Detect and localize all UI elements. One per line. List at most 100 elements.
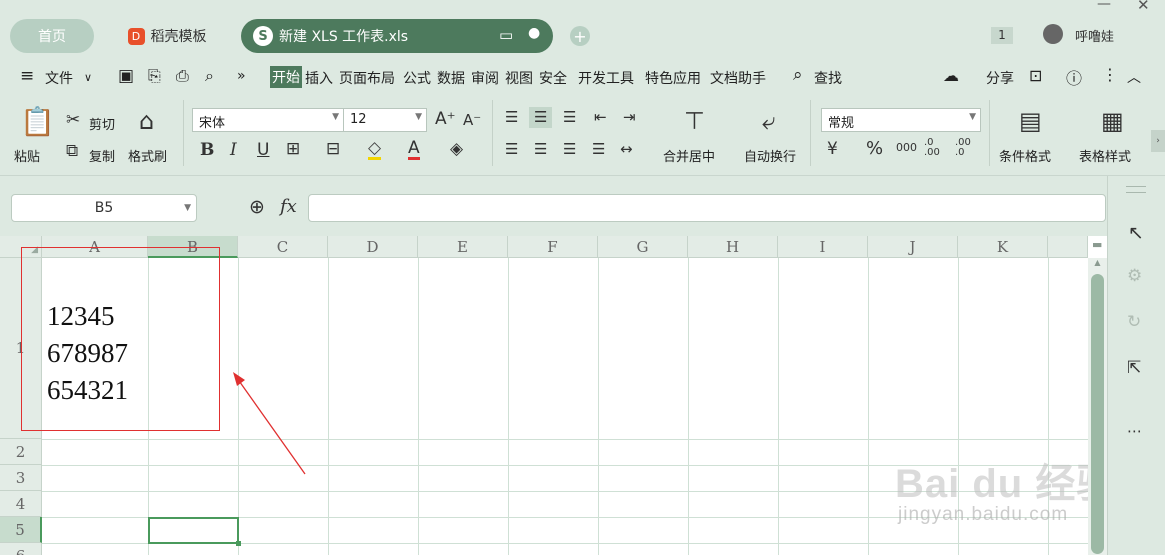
align-right-icon[interactable]: ☰ [563,142,576,157]
align-left-icon[interactable]: ☰ [505,142,518,157]
select-pointer-icon[interactable]: ↖ [1128,222,1144,244]
spreadsheet-grid[interactable]: ◢ A B C D E F G H I J K 1 2 3 4 5 6 1234… [0,236,1107,555]
column-header-k[interactable]: K [958,236,1048,258]
monitor-icon[interactable]: ▭ [499,26,513,44]
italic-button[interactable]: I [230,142,237,159]
fill-pattern-icon[interactable]: ⊟ [326,141,340,158]
align-middle-icon[interactable]: ☰ [529,107,553,128]
split-bar-icon[interactable]: ▬ [1092,238,1102,251]
column-header-e[interactable]: E [418,236,508,258]
tab-page-layout[interactable]: 页面布局 [339,68,395,88]
name-box[interactable]: B5 ▼ [11,194,197,222]
justify-icon[interactable]: ☰ [592,142,605,157]
cut-button[interactable]: 剪切 [89,114,115,133]
row-header-5[interactable]: 5 [0,517,42,543]
search-label[interactable]: 查找 [814,68,842,88]
settings-sliders-icon[interactable]: ⚙ [1127,266,1142,286]
notification-badge[interactable]: 1 [991,27,1013,44]
column-header-j[interactable]: J [868,236,958,258]
fill-handle[interactable] [236,541,241,546]
scrollbar-thumb[interactable] [1091,274,1104,554]
more-vertical-icon[interactable]: ⋮ [1102,65,1118,84]
export-icon[interactable]: ⎘ [148,66,161,86]
column-header-h[interactable]: H [688,236,778,258]
indent-increase-icon[interactable]: ⇥ [623,110,636,125]
column-header-d[interactable]: D [328,236,418,258]
tab-doc-assistant[interactable]: 文档助手 [710,68,766,88]
font-name-select[interactable]: 宋体 ▼ [192,108,344,132]
paste-button[interactable]: 粘贴 [14,146,40,165]
merge-center-button[interactable]: 合并居中 [663,146,715,165]
column-header-i[interactable]: I [778,236,868,258]
align-top-icon[interactable]: ☰ [505,110,518,125]
conditional-format-icon[interactable]: ▤ [1019,109,1042,133]
print-preview-icon[interactable]: ⌕ [205,66,214,86]
copy-icon[interactable]: ⧉ [66,143,78,160]
number-format-select[interactable]: 常规 ▼ [821,108,981,132]
scroll-up-icon[interactable]: ▲ [1090,258,1105,267]
row-header-4[interactable]: 4 [0,491,42,517]
conditional-format-button[interactable]: 条件格式 [999,146,1051,165]
fx-icon[interactable]: fx [280,196,297,217]
menu-hamburger-icon[interactable]: ≡ [20,66,34,86]
align-center-icon[interactable]: ☰ [534,142,547,157]
table-style-icon[interactable]: ▦ [1101,109,1124,133]
add-tab-icon[interactable]: + [570,26,590,46]
vertical-scrollbar[interactable]: ▲ [1088,258,1107,555]
distribute-icon[interactable]: ↔ [620,142,633,157]
collab-icon[interactable]: ⊡ [1029,66,1042,85]
rotate-icon[interactable]: ↻ [1127,312,1141,332]
currency-icon[interactable]: ¥ [827,141,838,158]
format-painter-icon[interactable]: ⌂ [139,109,154,133]
column-header-f[interactable]: F [508,236,598,258]
row-header-3[interactable]: 3 [0,465,42,491]
collapse-ribbon-icon[interactable]: ︿ [1127,67,1141,87]
tab-start[interactable]: 开始 [270,66,302,88]
menu-file[interactable]: 文件 [45,68,73,88]
table-style-button[interactable]: 表格样式 [1079,146,1131,165]
minimize-icon[interactable]: — [1097,0,1111,12]
close-icon[interactable]: ✕ [1137,0,1150,14]
decrease-decimal-button[interactable]: .00 .0 [955,138,981,158]
column-header-g[interactable]: G [598,236,688,258]
align-bottom-icon[interactable]: ☰ [563,110,576,125]
tab-data[interactable]: 数据 [437,68,465,88]
paste-icon[interactable]: 📋 [20,108,55,136]
zoom-formula-icon[interactable]: ⊕ [249,196,265,218]
indent-decrease-icon[interactable]: ⇤ [594,110,607,125]
increase-decimal-button[interactable]: .0 .00 [924,138,950,158]
tab-review[interactable]: 审阅 [471,68,499,88]
tab-formula[interactable]: 公式 [403,68,431,88]
ribbon-scroll-right-icon[interactable]: › [1151,130,1165,152]
help-icon[interactable]: ⓘ [1066,65,1082,89]
print-icon[interactable]: ⎙ [176,66,189,86]
border-icon[interactable]: ⊞ [286,141,300,158]
bold-button[interactable]: B [200,142,214,159]
decrease-font-icon[interactable]: A⁻ [463,113,481,128]
user-name[interactable]: 呼噜娃 [1075,26,1114,45]
font-size-select[interactable]: 12 ▼ [343,108,427,132]
font-color-button[interactable]: A [408,140,420,160]
tab-security[interactable]: 安全 [539,68,567,88]
column-header-c[interactable]: C [238,236,328,258]
tab-document[interactable]: S 新建 XLS 工作表.xls ▭ ● [241,19,553,53]
eraser-icon[interactable]: ◈ [450,141,463,158]
percent-button[interactable]: % [866,140,883,158]
column-header-l[interactable] [1048,236,1088,258]
fill-color-icon[interactable]: ◇ [368,140,382,160]
wrap-text-icon[interactable]: ⤶ [762,109,775,133]
increase-font-icon[interactable]: A⁺ [435,111,456,128]
formula-input[interactable] [308,194,1106,222]
merge-center-icon[interactable]: ⊤ [684,109,705,133]
tab-home[interactable]: 首页 [10,19,94,53]
row-header-2[interactable]: 2 [0,439,42,465]
wrap-text-button[interactable]: 自动换行 [744,146,796,165]
avatar[interactable] [1043,24,1063,44]
more-quick-icon[interactable]: » [237,68,246,84]
row-header-6[interactable]: 6 [0,543,42,555]
selected-cell-b5[interactable] [148,517,241,546]
share-out-icon[interactable]: ⇱ [1127,358,1141,378]
tab-view[interactable]: 视图 [505,68,533,88]
tab-daoke-templates[interactable]: D 稻壳模板 [104,19,230,53]
copy-button[interactable]: 复制 [89,146,115,165]
